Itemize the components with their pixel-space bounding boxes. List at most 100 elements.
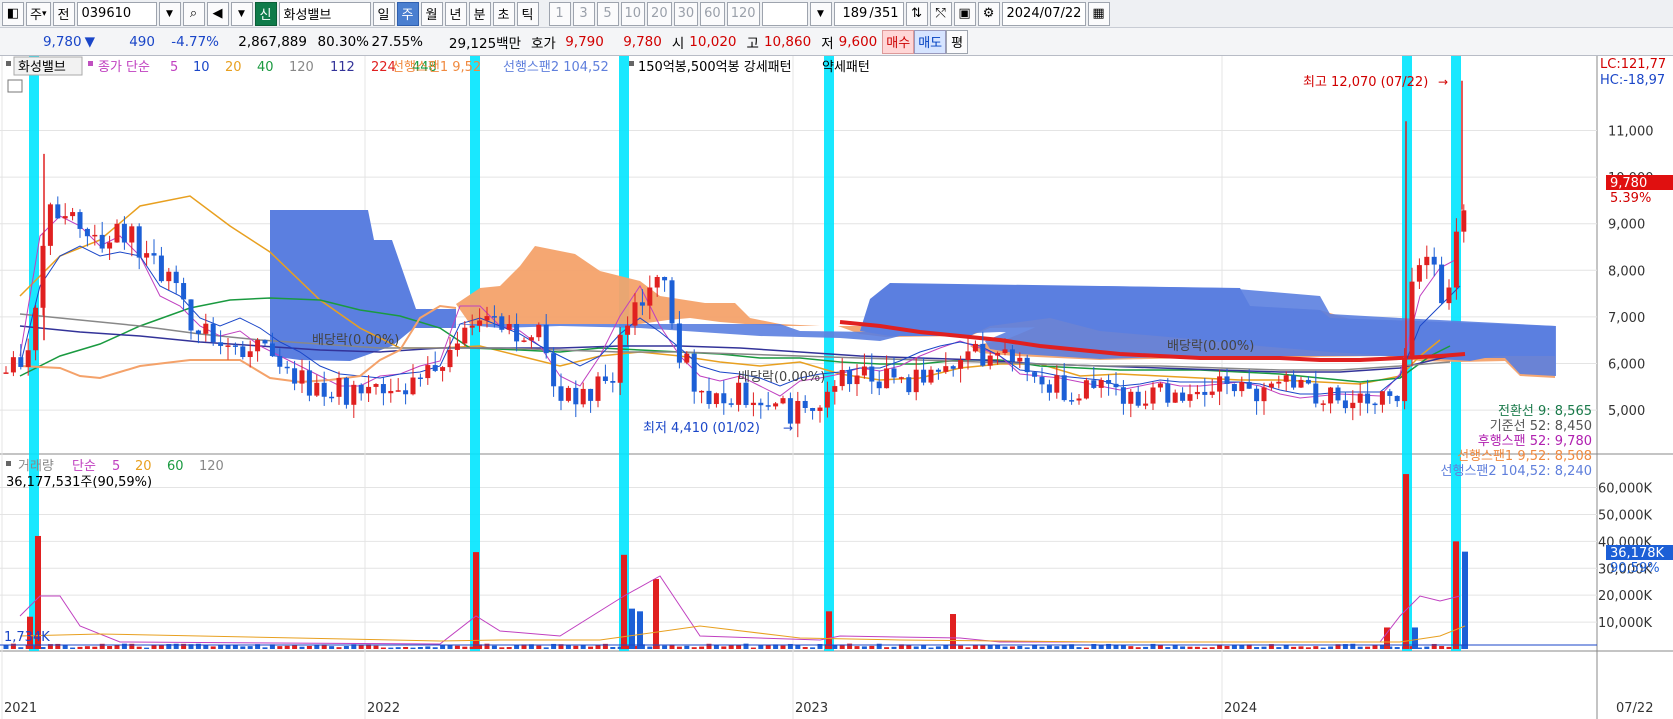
volume-bar xyxy=(913,646,919,649)
stock-name-field[interactable]: 화성밸브 xyxy=(278,1,371,26)
buy-button[interactable]: 매수 xyxy=(882,29,915,54)
gear-icon[interactable]: ⚙ xyxy=(977,1,1000,26)
prev-button[interactable]: 전 xyxy=(52,1,75,26)
period-tab-0[interactable]: 일 xyxy=(372,1,395,26)
candle-body xyxy=(121,223,127,243)
candle-body xyxy=(358,384,364,394)
search-icon[interactable]: ⌕ xyxy=(182,1,205,26)
interval-tabs: 1 3 5 10 20 30 60 120 xyxy=(548,1,760,26)
period-tab-6[interactable]: 틱 xyxy=(516,1,539,26)
count-field[interactable]: 189/351 xyxy=(833,1,904,26)
interval-dropdown-icon[interactable]: ▼ xyxy=(809,1,832,26)
speaker-dropdown-icon[interactable]: ▼ xyxy=(230,1,253,26)
candle-body xyxy=(617,334,623,383)
volume-bar xyxy=(1113,644,1119,649)
time-axis-label: 2023 xyxy=(795,701,828,716)
layout-icon[interactable]: ◧ xyxy=(2,1,24,26)
calendar-icon[interactable]: ▦ xyxy=(1087,1,1110,26)
candle-body xyxy=(366,386,372,394)
volume-bar xyxy=(713,645,719,649)
volume-bar xyxy=(810,647,816,649)
period-tab-2[interactable]: 월 xyxy=(420,1,443,26)
volume-value: 2,867,889 xyxy=(238,33,307,50)
candle-body xyxy=(1039,376,1045,385)
volume-bar xyxy=(1276,647,1282,649)
candle-body xyxy=(928,369,934,383)
volume-box-percent: 90,59% xyxy=(1610,561,1660,576)
volume-spike-13 xyxy=(1462,551,1468,649)
legend-span2: 선행스팬2 104,52 xyxy=(503,59,609,75)
volume-bar xyxy=(1372,645,1378,649)
candle-body xyxy=(950,366,956,369)
candle-body xyxy=(1017,357,1023,362)
volume-bar xyxy=(417,647,423,649)
date-value: 2024/07/22 xyxy=(1006,6,1082,21)
candle-body xyxy=(380,384,386,394)
candle-tool-icon[interactable]: ⇅ xyxy=(905,1,928,26)
code-dropdown-icon[interactable]: ▼ xyxy=(158,1,181,26)
interval-tab-10[interactable]: 10 xyxy=(620,1,646,26)
volume-ma-title: 단순 xyxy=(72,459,96,474)
candle-body xyxy=(699,390,705,393)
crosshair-tool-icon[interactable]: ⤲ xyxy=(929,1,952,26)
date-input[interactable]: 2024/07/22 xyxy=(1001,1,1086,26)
table-grid-icon[interactable] xyxy=(7,79,23,93)
candle-body xyxy=(277,355,283,367)
volume-total: 36,177,531주(90,59%) xyxy=(6,475,152,490)
candle-body xyxy=(395,390,401,392)
volume-bar xyxy=(218,645,224,649)
interval-tab-1[interactable]: 1 xyxy=(548,1,571,26)
period-tab-5[interactable]: 초 xyxy=(492,1,515,26)
candle-body xyxy=(906,377,912,393)
volume-bar xyxy=(1002,646,1008,649)
candle-body xyxy=(499,316,505,330)
candle-body xyxy=(1446,287,1452,304)
interval-tab-30[interactable]: 30 xyxy=(673,1,699,26)
candle-body xyxy=(1046,384,1052,393)
volume-bar xyxy=(780,645,786,649)
period-tab-3[interactable]: 년 xyxy=(444,1,467,26)
volume-bar xyxy=(921,644,927,649)
volume-axis-label: 10,000K xyxy=(1598,616,1652,631)
stock-code-input[interactable]: 039610 xyxy=(76,1,157,26)
candle-body xyxy=(1032,372,1038,377)
candle-body xyxy=(114,223,120,243)
candle-body xyxy=(536,324,542,338)
volume-spike-2 xyxy=(473,552,479,649)
candle-body xyxy=(958,360,964,369)
candle-body xyxy=(255,340,261,352)
candle-body xyxy=(3,372,9,374)
stock-chart[interactable]: →→ 11,00010,0009,0008,0007,0006,0005,000… xyxy=(0,56,1673,719)
speaker-icon[interactable]: ◀ xyxy=(206,1,229,26)
volume-bar xyxy=(1046,645,1052,649)
interval-tab-120[interactable]: 120 xyxy=(726,1,760,26)
time-axis-label: 2022 xyxy=(367,701,400,716)
interval-tab-20[interactable]: 20 xyxy=(647,1,672,26)
volume-bar xyxy=(980,645,986,649)
candle-body xyxy=(669,280,675,324)
count-total: /351 xyxy=(869,6,899,21)
eval-button[interactable]: 평 xyxy=(946,29,969,54)
volume-bar xyxy=(928,647,934,649)
candle-body xyxy=(1113,383,1119,388)
period-select[interactable]: 주 ▾ xyxy=(26,1,51,26)
volume-bar xyxy=(203,645,209,649)
volume-bar xyxy=(1254,647,1260,649)
volume-bar xyxy=(1039,646,1045,649)
legend-pattern: 150억봉,500억봉 강세패턴 xyxy=(638,60,792,75)
candle-body xyxy=(987,355,993,366)
interval-tab-5[interactable]: 5 xyxy=(596,1,619,26)
candle-body xyxy=(284,366,290,369)
indicator-label: 전환선 9: 8,565 xyxy=(1498,404,1592,419)
volume-bar xyxy=(462,646,468,649)
period-tab-4[interactable]: 분 xyxy=(468,1,491,26)
interval-input[interactable] xyxy=(761,1,808,26)
legend-weak: 약세패턴 xyxy=(822,60,870,75)
candle-body xyxy=(543,324,549,354)
save-icon[interactable]: ▣ xyxy=(953,1,976,26)
hc-label: HC:-18,97 xyxy=(1600,73,1665,88)
interval-tab-3[interactable]: 3 xyxy=(572,1,595,26)
sell-button[interactable]: 매도 xyxy=(914,29,947,54)
interval-tab-60[interactable]: 60 xyxy=(700,1,725,26)
period-tab-1[interactable]: 주 xyxy=(396,1,419,26)
